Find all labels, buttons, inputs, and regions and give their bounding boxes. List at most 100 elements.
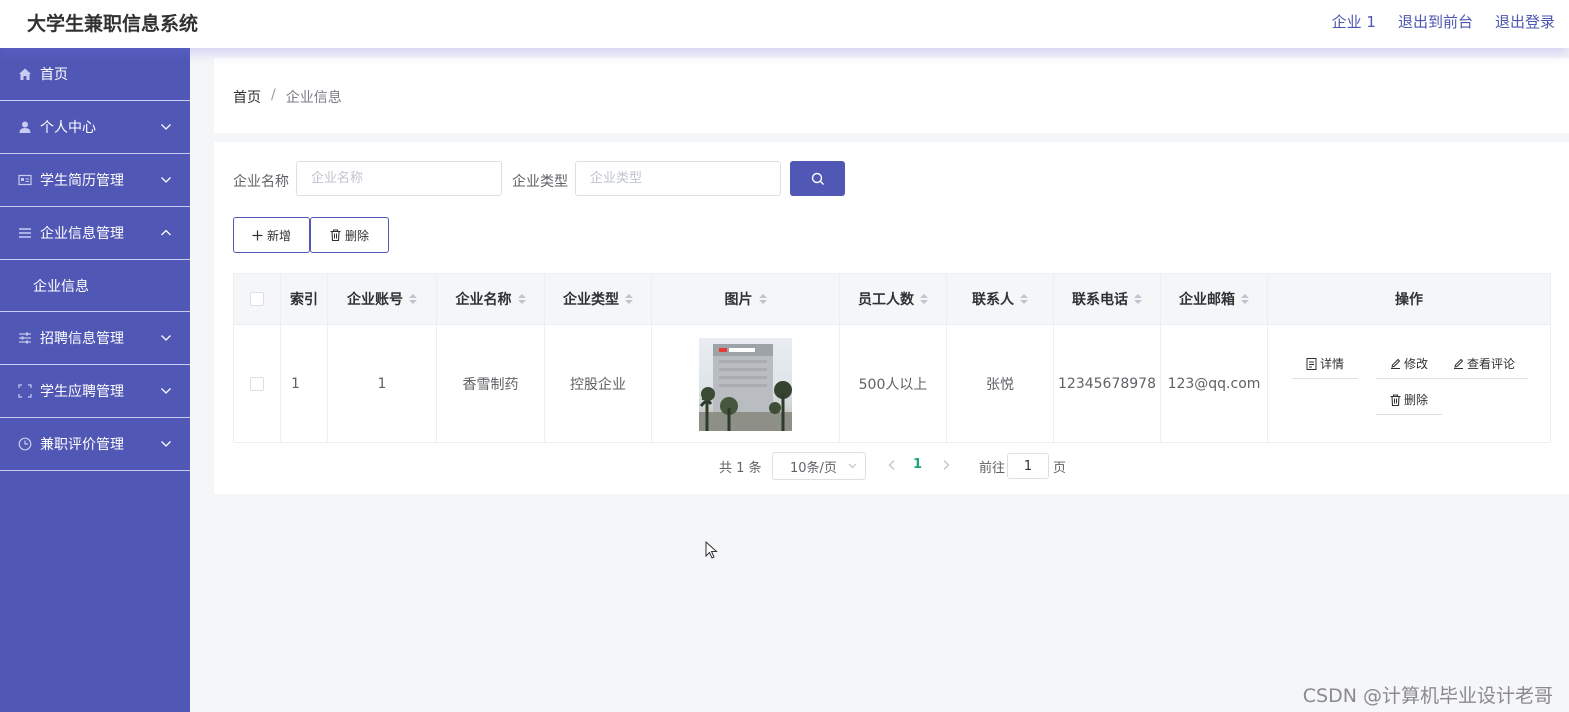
column-header-name[interactable]: 企业名称 xyxy=(437,274,545,324)
column-header-email[interactable]: 企业邮箱 xyxy=(1161,274,1268,324)
cell-phone: 12345678978 xyxy=(1054,325,1161,443)
row-select-cell xyxy=(234,325,281,443)
add-button[interactable]: 新增 xyxy=(233,217,310,253)
column-header-label: 图片 xyxy=(724,292,753,308)
column-header-image[interactable]: 图片 xyxy=(652,274,840,324)
column-header-phone[interactable]: 联系电话 xyxy=(1054,274,1161,324)
batch-delete-button[interactable]: 删除 xyxy=(310,217,389,253)
breadcrumb: 首页 / 企业信息 xyxy=(233,87,342,107)
sidebar-item-personal-center[interactable]: 个人中心 xyxy=(0,101,190,154)
sidebar-item-review-management[interactable]: 兼职评价管理 xyxy=(0,418,190,471)
sort-icon[interactable] xyxy=(1020,294,1028,304)
clock-icon xyxy=(18,437,32,451)
sidebar-item-resume-management[interactable]: 学生简历管理 xyxy=(0,154,190,207)
search-icon xyxy=(811,172,824,185)
user-icon xyxy=(18,120,32,134)
logout-link[interactable]: 退出登录 xyxy=(1495,11,1555,32)
next-page-icon[interactable] xyxy=(941,459,951,471)
sidebar-subitem-company-info[interactable]: 企业信息 xyxy=(0,260,190,312)
column-header-contact[interactable]: 联系人 xyxy=(947,274,1054,324)
sidebar-item-home[interactable]: 首页 xyxy=(0,48,190,101)
company-type-input[interactable] xyxy=(575,161,781,196)
chevron-down-icon xyxy=(161,177,171,183)
chevron-down-icon xyxy=(161,441,171,447)
column-header-label: 企业名称 xyxy=(455,292,512,308)
page-size-value: 10条/页 xyxy=(790,460,837,476)
watermark: CSDN @计算机毕业设计老哥 xyxy=(1302,685,1553,707)
cell-account: 1 xyxy=(328,325,437,443)
sort-icon[interactable] xyxy=(1134,294,1142,304)
chevron-up-icon xyxy=(161,229,171,236)
chevron-down-icon xyxy=(161,335,171,341)
current-user-link[interactable]: 企业 1 xyxy=(1332,11,1376,32)
company-photo[interactable] xyxy=(699,337,792,431)
row-checkbox[interactable] xyxy=(250,377,264,391)
edit-button-label: 修改 xyxy=(1403,357,1428,371)
cell-name: 香雪制药 xyxy=(437,325,545,443)
breadcrumb-separator: / xyxy=(271,87,276,103)
row-delete-button[interactable]: 删除 xyxy=(1376,385,1442,415)
edit-icon xyxy=(1390,358,1401,369)
top-bar: 大学生兼职信息系统 企业 1 退出到前台 退出登录 xyxy=(0,0,1569,48)
table-header: 索引 企业账号 企业名称 企业类型 图片 员工人数 联系人 联系电话 企业邮箱 … xyxy=(234,274,1550,325)
plus-icon xyxy=(252,230,263,240)
document-icon xyxy=(1306,357,1317,370)
column-header-index: 索引 xyxy=(281,274,328,324)
sort-icon[interactable] xyxy=(409,294,417,304)
top-links: 企业 1 退出到前台 退出登录 xyxy=(1332,11,1555,32)
page-suffix-label: 页 xyxy=(1053,461,1067,476)
goto-label: 前往 xyxy=(979,461,1006,476)
edit-icon xyxy=(1453,358,1464,369)
page-size-select[interactable]: 10条/页 xyxy=(772,452,866,480)
home-icon xyxy=(18,67,32,81)
sidebar-item-recruitment-management[interactable]: 招聘信息管理 xyxy=(0,312,190,365)
sidebar-item-label: 学生简历管理 xyxy=(40,173,124,189)
cell-contact: 张悦 xyxy=(947,325,1054,443)
sidebar-item-label: 企业信息管理 xyxy=(40,226,124,242)
sidebar-item-label: 首页 xyxy=(40,67,68,83)
table-row: 1 1 香雪制药 控股企业 500人以上 张悦 12345678978 123@… xyxy=(234,325,1550,443)
column-header-employees[interactable]: 员工人数 xyxy=(840,274,947,324)
sort-icon[interactable] xyxy=(758,294,767,304)
chevron-down-icon xyxy=(848,463,857,469)
edit-button[interactable]: 修改 xyxy=(1376,349,1442,379)
pagination: 共 1 条 10条/页 1 前往 页 xyxy=(214,452,1569,482)
prev-page-icon[interactable] xyxy=(887,459,897,471)
sliders-icon xyxy=(18,331,32,345)
main-panel: 企业名称 企业类型 新增 删除 索引 企业账号 企业名称 xyxy=(214,142,1569,494)
column-header-actions: 操作 xyxy=(1268,274,1550,324)
sort-icon[interactable] xyxy=(517,294,526,304)
detail-button-label: 详情 xyxy=(1319,357,1344,371)
cell-type: 控股企业 xyxy=(545,325,652,443)
company-name-label: 企业名称 xyxy=(233,174,289,190)
cell-actions: 详情 修改 查看评论 删除 xyxy=(1268,325,1550,443)
sort-icon[interactable] xyxy=(920,294,928,304)
page-number-current[interactable]: 1 xyxy=(913,457,922,472)
select-all-checkbox[interactable] xyxy=(250,292,264,306)
sidebar-item-company-info-management[interactable]: 企业信息管理 xyxy=(0,207,190,260)
column-header-label: 企业邮箱 xyxy=(1179,292,1235,308)
column-header-account[interactable]: 企业账号 xyxy=(328,274,437,324)
search-button[interactable] xyxy=(790,161,845,196)
sidebar: 首页 个人中心 学生简历管理 企业信息管理 企业信息 招聘信息管理 学生应聘管理… xyxy=(0,48,190,712)
view-comments-button[interactable]: 查看评论 xyxy=(1440,349,1528,379)
goto-page-input[interactable] xyxy=(1007,453,1049,479)
breadcrumb-panel: 首页 / 企业信息 xyxy=(214,58,1569,133)
sidebar-subitem-label: 企业信息 xyxy=(33,278,89,295)
back-to-front-link[interactable]: 退出到前台 xyxy=(1398,11,1473,32)
column-header-label: 企业账号 xyxy=(347,292,403,308)
id-card-icon xyxy=(18,173,32,187)
company-table: 索引 企业账号 企业名称 企业类型 图片 员工人数 联系人 联系电话 企业邮箱 … xyxy=(233,273,1551,443)
detail-button[interactable]: 详情 xyxy=(1292,349,1358,379)
cell-index: 1 xyxy=(281,325,328,443)
company-name-input[interactable] xyxy=(296,161,502,196)
row-delete-button-label: 删除 xyxy=(1403,393,1428,407)
sort-icon[interactable] xyxy=(1241,294,1249,304)
pagination-total: 共 1 条 xyxy=(719,461,762,476)
column-header-type[interactable]: 企业类型 xyxy=(545,274,652,324)
column-header-label: 操作 xyxy=(1395,292,1423,308)
sort-icon[interactable] xyxy=(625,294,633,304)
breadcrumb-home[interactable]: 首页 xyxy=(233,87,261,107)
sidebar-item-application-management[interactable]: 学生应聘管理 xyxy=(0,365,190,418)
chevron-down-icon xyxy=(161,388,171,394)
